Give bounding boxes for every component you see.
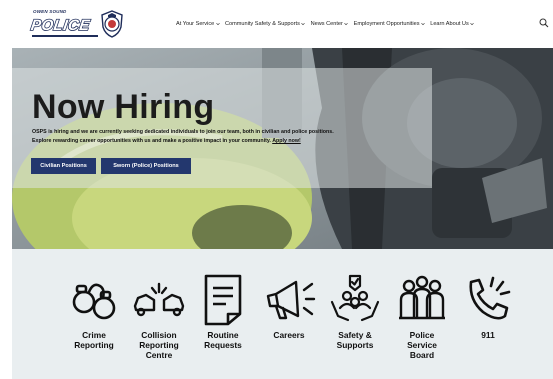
quick-link-routine-requests[interactable]: Routine Requests (188, 272, 258, 350)
chevron-down-icon (421, 23, 425, 26)
quick-link-911[interactable]: 911 (453, 272, 523, 340)
quick-link-label: Crime Reporting (74, 330, 114, 350)
nav-item-at-your-service[interactable]: At Your Service (176, 21, 220, 27)
quick-link-police-service-board[interactable]: Police Service Board (387, 272, 457, 360)
hero-background-image (12, 48, 553, 249)
hero-line-2: Explore rewarding career opportunities w… (32, 138, 271, 144)
search-icon[interactable] (539, 18, 549, 28)
police-logo[interactable]: OWEN SOUND POLICE (29, 8, 123, 40)
sworn-positions-button[interactable]: Sworn (Police) Positions (101, 158, 191, 174)
car-collision-icon (133, 282, 185, 317)
hero-banner: Now Hiring OSPS is hiring and we are cur… (12, 48, 553, 249)
chevron-down-icon (216, 23, 220, 26)
nav-item-label: At Your Service (176, 21, 215, 27)
quick-link-label: Careers (273, 330, 305, 340)
megaphone-icon (266, 280, 316, 320)
nav-item-employment[interactable]: Employment Opportunities (354, 21, 425, 27)
site-header: OWEN SOUND POLICE At Your Service Commun… (0, 0, 553, 48)
nav-item-label: Community Safety & Supports (224, 21, 300, 27)
nav-item-learn-about-us[interactable]: Learn About Us (430, 21, 474, 27)
apply-now-link[interactable]: Apply now! (272, 138, 301, 144)
phone-icon (469, 276, 511, 320)
hero-title: Now Hiring (32, 88, 215, 126)
nav-item-label: Employment Opportunities (353, 21, 420, 27)
quick-link-collision-reporting[interactable]: Collision Reporting Centre (124, 272, 194, 360)
chevron-down-icon (470, 23, 474, 26)
handcuffs-icon (72, 283, 116, 320)
quick-links-panel: Crime Reporting Collision Reporting Cent… (12, 249, 553, 379)
document-icon (204, 274, 242, 326)
logo-small-text: OWEN SOUND (33, 9, 67, 14)
hero-buttons: Civilian Positions Sworn (Police) Positi… (31, 158, 191, 174)
civilian-positions-button[interactable]: Civilian Positions (31, 158, 96, 174)
nav-item-label: Learn About Us (430, 21, 469, 27)
nav-item-community-safety[interactable]: Community Safety & Supports (224, 21, 306, 27)
main-nav: At Your Service Community Safety & Suppo… (176, 17, 479, 31)
nav-item-news-center[interactable]: News Center (311, 21, 349, 27)
quick-link-careers[interactable]: Careers (254, 272, 324, 340)
logo-main-text: POLICE (29, 16, 92, 35)
chevron-down-icon (301, 23, 306, 26)
police-badge-icon (101, 10, 123, 38)
quick-link-label: Safety & Supports (336, 330, 374, 350)
quick-link-crime-reporting[interactable]: Crime Reporting (59, 272, 129, 350)
quick-link-label: Collision Reporting Centre (139, 330, 179, 360)
quick-link-safety-supports[interactable]: Safety & Supports (320, 272, 390, 350)
hero-line-1: OSPS is hiring and we are currently seek… (32, 129, 334, 135)
quick-link-label: Routine Requests (204, 330, 242, 350)
quick-link-label: Police Service Board (407, 330, 437, 360)
chevron-down-icon (344, 23, 349, 26)
community-care-icon (330, 274, 380, 322)
logo-underline (32, 35, 98, 37)
nav-item-label: News Center (310, 21, 343, 27)
hero-description: OSPS is hiring and we are currently seek… (32, 128, 432, 146)
quick-link-label: 911 (481, 330, 495, 340)
board-members-icon (399, 275, 445, 320)
